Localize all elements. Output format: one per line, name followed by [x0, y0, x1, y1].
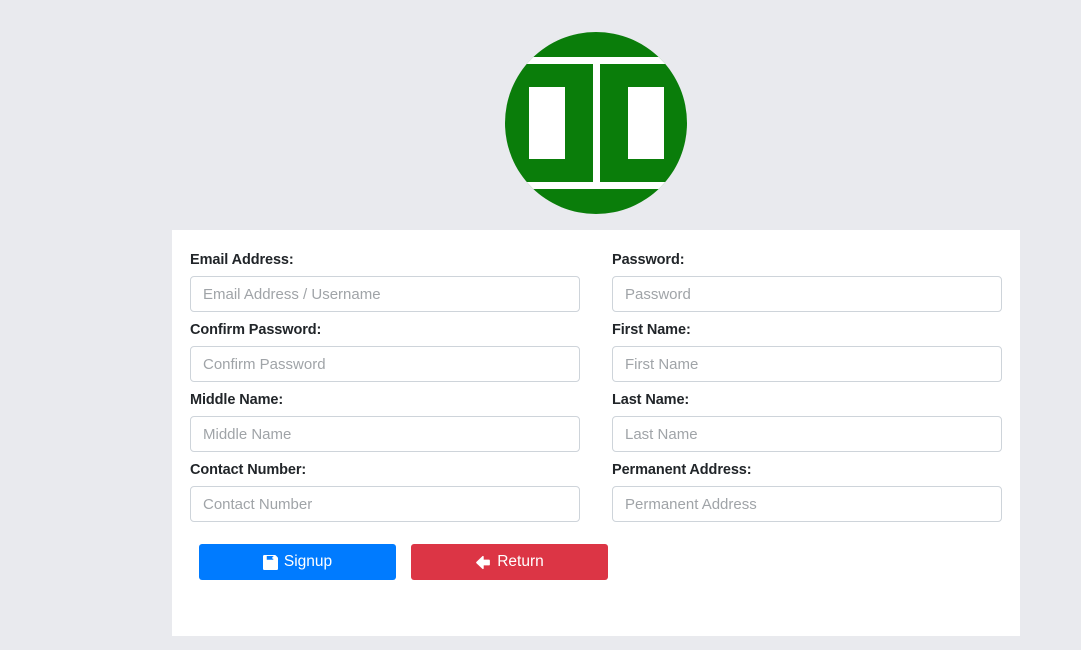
contact-number-label: Contact Number: [190, 462, 307, 478]
signup-page: Email Address: Password: Confirm Passwor… [0, 0, 1081, 650]
arrow-left-icon [475, 555, 491, 570]
form-row: Middle Name: Last Name: [181, 392, 1011, 452]
brand-logo [505, 32, 687, 214]
first-name-field[interactable] [612, 346, 1002, 382]
logo-bracket-right-inner [616, 75, 664, 171]
signup-button-label: Signup [283, 553, 333, 571]
email-label: Email Address: [190, 252, 294, 268]
middle-name-label: Middle Name: [190, 392, 284, 408]
confirm-password-field[interactable] [190, 346, 580, 382]
password-label: Password: [612, 252, 685, 268]
form-row: Confirm Password: First Name: [181, 322, 1011, 382]
form-group-middle-name: Middle Name: [181, 392, 589, 452]
form-group-confirm-password: Confirm Password: [181, 322, 589, 382]
form-row: Contact Number: Permanent Address: [181, 462, 1011, 522]
password-field[interactable] [612, 276, 1002, 312]
logo-bracket-left-inner [529, 75, 577, 171]
logo-center-gutter [593, 57, 600, 189]
permanent-address-field[interactable] [612, 486, 1002, 522]
permanent-address-label: Permanent Address: [612, 462, 752, 478]
return-button-label: Return [497, 553, 544, 571]
form-group-first-name: First Name: [603, 322, 1011, 382]
last-name-label: Last Name: [612, 392, 690, 408]
save-icon [262, 554, 278, 570]
form-group-last-name: Last Name: [603, 392, 1011, 452]
email-field[interactable] [190, 276, 580, 312]
form-actions: Signup Return [181, 532, 1011, 580]
return-button[interactable]: Return [411, 544, 608, 580]
last-name-field[interactable] [612, 416, 1002, 452]
confirm-password-label: Confirm Password: [190, 322, 322, 338]
signup-form-card: Email Address: Password: Confirm Passwor… [172, 230, 1020, 636]
signup-form: Email Address: Password: Confirm Passwor… [172, 252, 1020, 580]
form-row: Email Address: Password: [181, 252, 1011, 312]
form-group-password: Password: [603, 252, 1011, 312]
form-group-email: Email Address: [181, 252, 589, 312]
logo-circle [505, 32, 687, 214]
contact-number-field[interactable] [190, 486, 580, 522]
signup-button[interactable]: Signup [199, 544, 396, 580]
middle-name-field[interactable] [190, 416, 580, 452]
form-group-contact-number: Contact Number: [181, 462, 589, 522]
first-name-label: First Name: [612, 322, 691, 338]
form-group-permanent-address: Permanent Address: [603, 462, 1011, 522]
